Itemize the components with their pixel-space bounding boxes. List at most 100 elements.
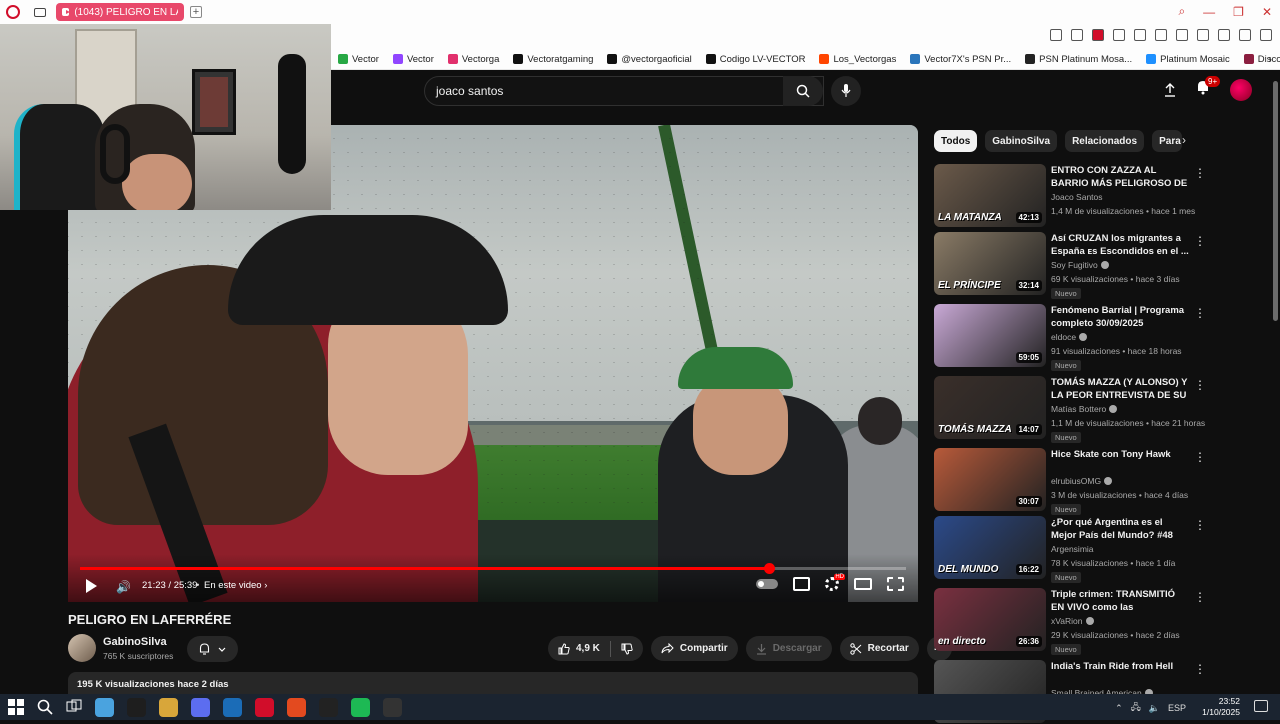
more-options-icon[interactable]: ⋮ xyxy=(1194,306,1206,320)
extension-icon[interactable] xyxy=(1155,29,1167,41)
more-options-icon[interactable]: ⋮ xyxy=(1194,166,1206,180)
bookmark-item[interactable]: Platinum Mosaic xyxy=(1146,54,1230,65)
taskbar-app-icon[interactable] xyxy=(127,697,146,717)
more-options-icon[interactable]: ⋮ xyxy=(1194,662,1206,676)
progress-bar[interactable] xyxy=(80,563,906,574)
taskbar-app-icon[interactable] xyxy=(319,697,338,717)
taskbar-app-icon[interactable] xyxy=(95,697,114,717)
volume-tray-icon[interactable]: 🔈 xyxy=(1149,703,1160,714)
video-title-link[interactable]: TOMÁS MAZZA (Y ALONSO) Y LA PEOR ENTREVI… xyxy=(1051,376,1189,402)
browser-tab-active[interactable]: (1043) PELIGRO EN LAFERRÉRE xyxy=(56,3,184,21)
recommended-video[interactable]: TOMÁS MAZZA 14:07 TOMÁS MAZZA (Y ALONSO) Y… xyxy=(934,376,1254,443)
extension-icon[interactable] xyxy=(1176,29,1188,41)
bookmark-item[interactable]: Vector xyxy=(392,54,434,65)
subtitles-icon[interactable] xyxy=(793,577,810,591)
filter-chip[interactable]: GabinoSilva xyxy=(985,130,1058,152)
extension-icon[interactable] xyxy=(1092,29,1104,41)
taskbar-app-icon[interactable] xyxy=(255,697,274,717)
video-thumbnail[interactable]: LA MATANZA 42:13 xyxy=(934,164,1046,227)
bookmark-item[interactable]: Los_Vectorgas xyxy=(819,54,896,65)
notification-center-icon[interactable] xyxy=(1254,700,1268,712)
voice-search-button[interactable] xyxy=(831,76,861,106)
video-channel[interactable]: eldoce xyxy=(1051,332,1088,342)
extension-icon[interactable] xyxy=(1134,29,1146,41)
subscription-bell-button[interactable] xyxy=(187,636,238,662)
clip-button[interactable]: Recortar xyxy=(839,636,919,661)
taskbar-app-icon[interactable] xyxy=(383,697,402,717)
search-button[interactable] xyxy=(783,76,823,106)
channel-name[interactable]: GabinoSilva xyxy=(103,636,167,648)
video-thumbnail[interactable]: 30:07 xyxy=(934,448,1046,511)
settings-gear-icon[interactable]: HD xyxy=(825,574,845,591)
maximize-icon[interactable]: ❐ xyxy=(1233,5,1244,19)
recommended-video[interactable]: LA MATANZA 42:13 ENTRO CON ZAZZA AL BARRIO… xyxy=(934,164,1254,228)
bookmark-item[interactable]: PSN Platinum Mosa... xyxy=(1025,54,1132,65)
more-options-icon[interactable]: ⋮ xyxy=(1194,234,1206,248)
filter-chip[interactable]: Para ti xyxy=(1152,130,1183,152)
extension-icon[interactable] xyxy=(1113,29,1125,41)
recommended-video[interactable]: EL PRÍNCIPE 32:14 Así CRUZAN los migrantes… xyxy=(934,232,1254,299)
video-title-link[interactable]: Hice Skate con Tony Hawk xyxy=(1051,448,1189,461)
account-avatar[interactable] xyxy=(1230,79,1252,101)
recommended-video[interactable]: 30:07 Hice Skate con Tony Hawk elrubiusOMG… xyxy=(934,448,1254,515)
more-options-icon[interactable]: ⋮ xyxy=(1194,378,1206,392)
network-icon[interactable]: 🖧 xyxy=(1131,700,1141,716)
close-icon[interactable]: ✕ xyxy=(1262,5,1272,19)
theater-mode-icon[interactable] xyxy=(854,578,872,590)
recommended-video[interactable]: en directo 26:36 Triple crimen: TRANSMITIÓ… xyxy=(934,588,1254,655)
bookmark-item[interactable]: Vector xyxy=(338,54,379,65)
extension-icon[interactable] xyxy=(1260,29,1272,41)
extension-icon[interactable] xyxy=(1197,29,1209,41)
share-button[interactable]: Compartir xyxy=(650,636,738,661)
new-tab-button[interactable]: + xyxy=(190,6,202,18)
filter-chip[interactable]: Relacionados xyxy=(1065,130,1145,152)
extension-icon[interactable] xyxy=(1050,29,1062,41)
bookmark-item[interactable]: @vectorgaoficial xyxy=(607,54,692,65)
taskbar-app-icon[interactable] xyxy=(191,697,210,717)
play-button[interactable] xyxy=(86,579,97,593)
video-channel[interactable]: Soy Fugitivo xyxy=(1051,260,1109,270)
scrollbar-thumb[interactable] xyxy=(1273,81,1278,321)
video-title-link[interactable]: ¿Por qué Argentina es el Mejor País del … xyxy=(1051,516,1189,542)
bookmarks-more-icon[interactable]: › xyxy=(1268,52,1272,66)
download-button[interactable]: Descargar xyxy=(745,636,832,661)
page-scrollbar[interactable] xyxy=(1271,71,1280,694)
opera-logo-icon[interactable] xyxy=(6,5,20,19)
extension-icon[interactable] xyxy=(1239,29,1251,41)
chapter-button[interactable]: En este video › xyxy=(204,580,267,591)
search-tabs-icon[interactable]: ⌕ xyxy=(1178,4,1185,19)
search-input[interactable]: joaco santos ✕ xyxy=(424,76,824,106)
autoplay-toggle[interactable] xyxy=(756,579,778,589)
upload-icon[interactable] xyxy=(1164,83,1176,97)
video-title-link[interactable]: Fenómeno Barrial | Programa completo 30/… xyxy=(1051,304,1189,330)
video-thumbnail[interactable]: TOMÁS MAZZA 14:07 xyxy=(934,376,1046,439)
video-thumbnail[interactable]: 59:05 xyxy=(934,304,1046,367)
extension-icon[interactable] xyxy=(1218,29,1230,41)
more-options-icon[interactable]: ⋮ xyxy=(1194,590,1206,604)
video-channel[interactable]: Argensimia xyxy=(1051,544,1094,554)
windows-start-icon[interactable] xyxy=(8,699,24,715)
like-button[interactable]: 4,9 K xyxy=(548,642,610,655)
tray-chevron-icon[interactable]: ⌃ xyxy=(1115,703,1123,714)
language-indicator[interactable]: ESP xyxy=(1168,703,1186,713)
video-thumbnail[interactable]: DEL MUNDO 16:22 xyxy=(934,516,1046,579)
taskbar-app-icon[interactable] xyxy=(287,697,306,717)
recommended-video[interactable]: 59:05 Fenómeno Barrial | Programa complet… xyxy=(934,304,1254,371)
video-title-link[interactable]: India's Train Ride from Hell xyxy=(1051,660,1189,673)
filter-chip[interactable]: Todos xyxy=(934,130,978,152)
volume-icon[interactable]: 🔊 xyxy=(116,580,131,594)
video-thumbnail[interactable]: en directo 26:36 xyxy=(934,588,1046,651)
video-channel[interactable]: xVaRion xyxy=(1051,616,1094,626)
video-title-link[interactable]: ENTRO CON ZAZZA AL BARRIO MÁS PELIGROSO … xyxy=(1051,164,1189,190)
taskbar-app-icon[interactable] xyxy=(159,697,178,717)
dislike-button[interactable] xyxy=(611,643,643,655)
extension-icon[interactable] xyxy=(1071,29,1083,41)
video-channel[interactable]: elrubiusOMG xyxy=(1051,476,1113,486)
taskbar-app-icon[interactable] xyxy=(223,697,242,717)
taskbar-search-icon[interactable] xyxy=(37,699,53,715)
channel-avatar[interactable] xyxy=(68,634,96,662)
taskbar-app-icon[interactable] xyxy=(351,697,370,717)
bookmark-item[interactable]: Vectoratgaming xyxy=(513,54,593,65)
chevron-right-icon[interactable]: › xyxy=(1182,133,1186,147)
recommended-video[interactable]: DEL MUNDO 16:22 ¿Por qué Argentina es el M… xyxy=(934,516,1254,583)
